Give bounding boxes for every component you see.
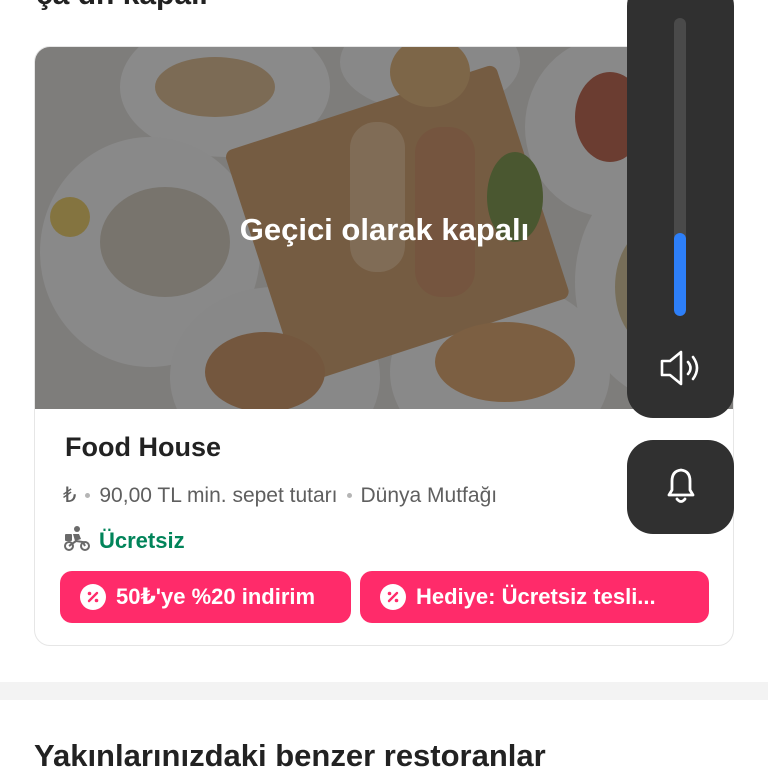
volume-slider[interactable] [674, 18, 686, 316]
courier-icon [63, 525, 99, 557]
similar-restaurants-heading: Yakınlarınızdaki benzer restoranlar [34, 738, 546, 768]
restaurant-name: Food House [65, 432, 221, 462]
offer-label: Hediye: Ücretsiz tesli... [416, 584, 656, 609]
separator-dot [85, 493, 91, 498]
section-heading-top: ça dn kapalı [36, 0, 208, 12]
bell-icon [661, 463, 701, 512]
speaker-icon[interactable] [658, 348, 704, 393]
price-level: ₺ [63, 484, 77, 507]
delivery-fee: Ücretsiz [63, 525, 185, 557]
discount-badge-icon [80, 584, 106, 610]
separator-dot [346, 493, 352, 498]
offer-chip-discount[interactable]: 50₺'ye %20 indirim [60, 571, 351, 623]
offer-chip-free-delivery[interactable]: Hediye: Ücretsiz tesli... [360, 571, 709, 623]
section-divider [0, 682, 768, 700]
volume-level-fill [674, 232, 686, 316]
delivery-fee-label: Ücretsiz [99, 528, 185, 553]
volume-panel[interactable] [627, 0, 734, 418]
cuisine: Dünya Mutfağı [360, 483, 498, 507]
restaurant-meta: ₺ 90,00 TL min. sepet tutarı Dünya Mutfa… [63, 483, 497, 508]
min-basket: 90,00 TL min. sepet tutarı [99, 483, 338, 507]
discount-badge-icon [380, 584, 406, 610]
offer-label: 50₺'ye %20 indirim [116, 584, 316, 609]
ringer-toggle[interactable] [627, 440, 734, 534]
